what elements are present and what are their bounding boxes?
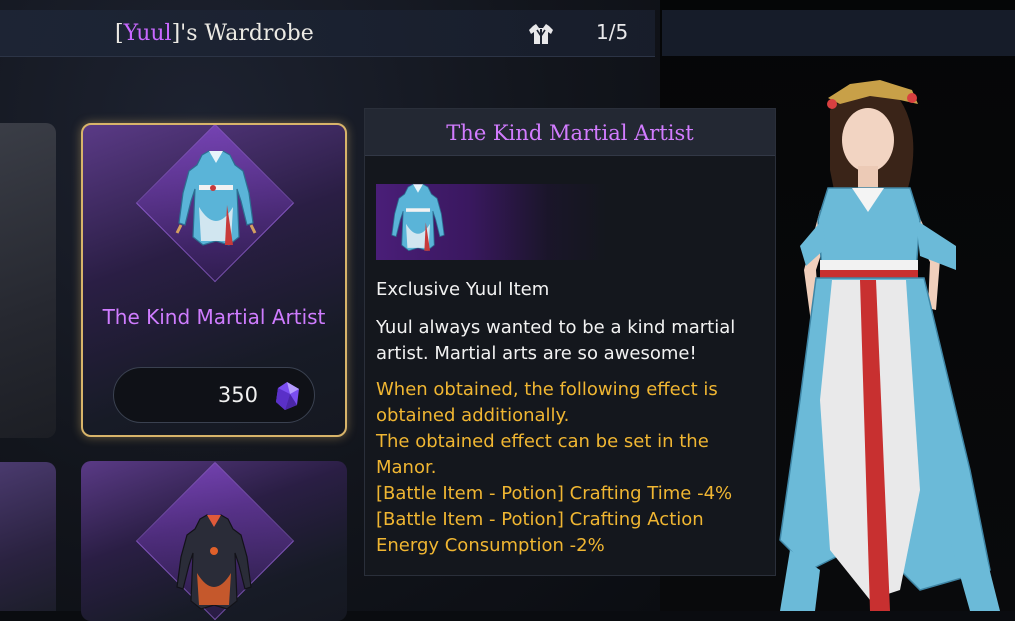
wardrobe-header — [0, 10, 655, 57]
outfit-icon[interactable] — [528, 22, 554, 46]
page-indicator: 1/5 — [596, 20, 629, 44]
character-name: Yuul — [123, 21, 172, 46]
outfit-card-partial[interactable] — [0, 123, 56, 438]
outfit-card-partial[interactable] — [0, 462, 56, 611]
title-suffix: ]'s Wardrobe — [171, 21, 314, 46]
tooltip-header: The Kind Martial Artist — [365, 109, 775, 156]
purple-gem-icon — [276, 382, 299, 410]
character-preview-model[interactable] — [720, 70, 1010, 611]
item-description: Yuul always wanted to be a kind martial … — [376, 317, 736, 364]
tooltip-item-thumbnail — [376, 183, 606, 260]
exclusive-label: Exclusive Yuul Item — [376, 279, 550, 300]
price-value: 350 — [217, 383, 258, 407]
outfit-dress-icon — [391, 183, 445, 252]
item-effect: When obtained, the following effect is o… — [376, 379, 733, 556]
outfit-dress-icon — [175, 150, 257, 246]
item-tooltip: The Kind Martial Artist Exclusive Yuul I… — [364, 108, 776, 576]
price-button[interactable]: 350 — [113, 367, 315, 423]
outfit-name: The Kind Martial Artist — [102, 305, 326, 329]
tooltip-title: The Kind Martial Artist — [446, 121, 694, 145]
preview-header — [662, 10, 1015, 56]
outfit-card-selected[interactable]: The Kind Martial Artist 350 — [81, 123, 347, 437]
outfit-dress-icon — [176, 514, 252, 610]
wardrobe-title: [Yuul]'s Wardrobe — [115, 21, 314, 46]
outfit-card[interactable] — [81, 461, 347, 621]
title-prefix: [ — [115, 21, 124, 46]
